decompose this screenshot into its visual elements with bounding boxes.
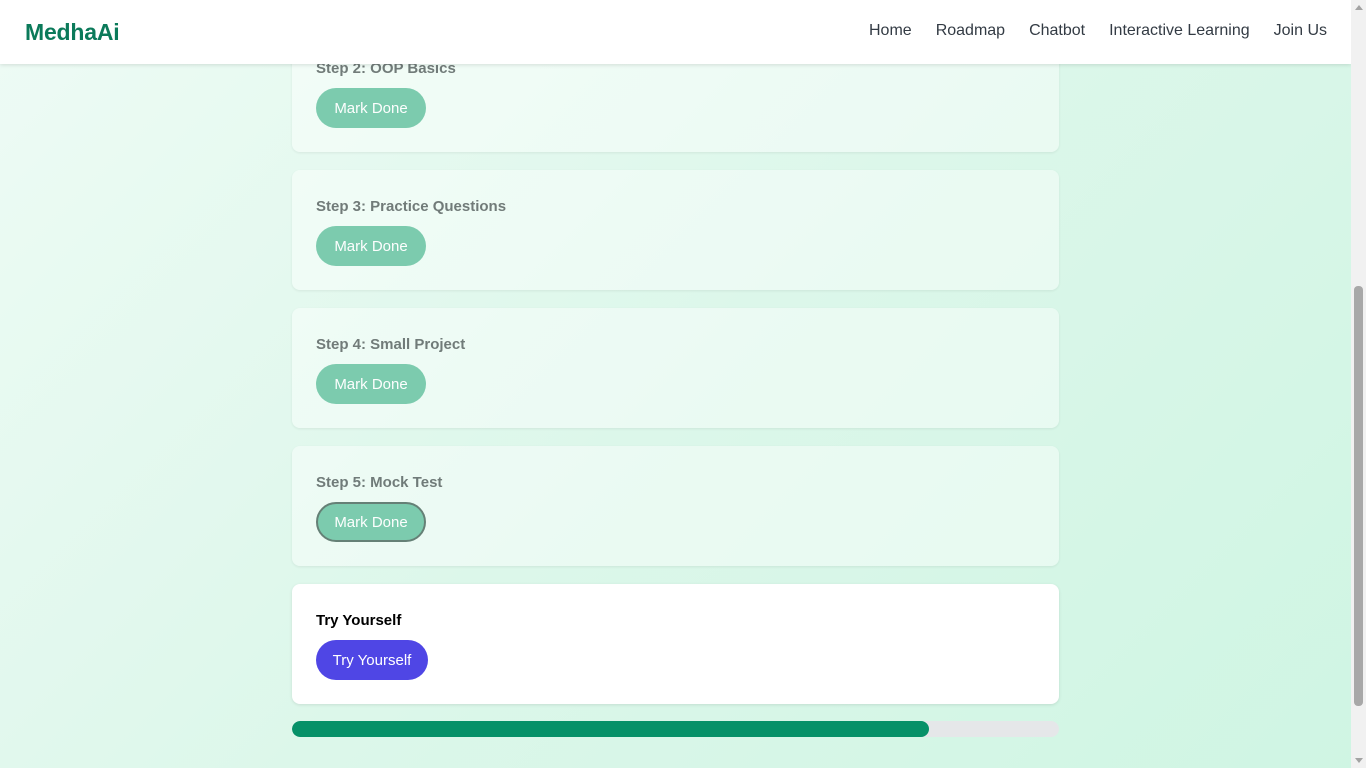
mark-done-button[interactable]: Mark Done — [316, 226, 426, 266]
vertical-scrollbar[interactable] — [1351, 0, 1366, 768]
nav-link-interactive-learning[interactable]: Interactive Learning — [1109, 22, 1250, 40]
progress-bar — [292, 721, 1059, 737]
step-card-4: Step 4: Small Project Mark Done — [292, 308, 1059, 428]
nav-link-chatbot[interactable]: Chatbot — [1029, 22, 1085, 40]
try-yourself-title: Try Yourself — [316, 612, 402, 629]
nav-links: Home Roadmap Chatbot Interactive Learnin… — [869, 22, 1327, 40]
try-yourself-button[interactable]: Try Yourself — [316, 640, 428, 680]
step-card-3: Step 3: Practice Questions Mark Done — [292, 170, 1059, 290]
nav-link-roadmap[interactable]: Roadmap — [936, 22, 1005, 40]
nav-link-join-us[interactable]: Join Us — [1274, 22, 1327, 40]
progress-bar-fill — [292, 721, 929, 737]
brand-logo[interactable]: MedhaAi — [25, 19, 120, 46]
scroll-up-arrow-icon[interactable] — [1355, 5, 1363, 10]
try-yourself-card: Try Yourself Try Yourself — [292, 584, 1059, 704]
step-title: Step 3: Practice Questions — [316, 198, 507, 215]
nav-link-home[interactable]: Home — [869, 22, 912, 40]
scroll-down-arrow-icon[interactable] — [1355, 758, 1363, 763]
main-content: Step 2: OOP Basics Mark Done Step 3: Pra… — [0, 0, 1351, 768]
step-title: Step 5: Mock Test — [316, 474, 443, 491]
mark-done-button[interactable]: Mark Done — [316, 502, 426, 542]
mark-done-button[interactable]: Mark Done — [316, 364, 426, 404]
scroll-thumb[interactable] — [1354, 286, 1363, 706]
step-card-5: Step 5: Mock Test Mark Done — [292, 446, 1059, 566]
navbar: MedhaAi Home Roadmap Chatbot Interactive… — [0, 0, 1351, 64]
mark-done-button[interactable]: Mark Done — [316, 88, 426, 128]
step-title: Step 4: Small Project — [316, 336, 466, 353]
